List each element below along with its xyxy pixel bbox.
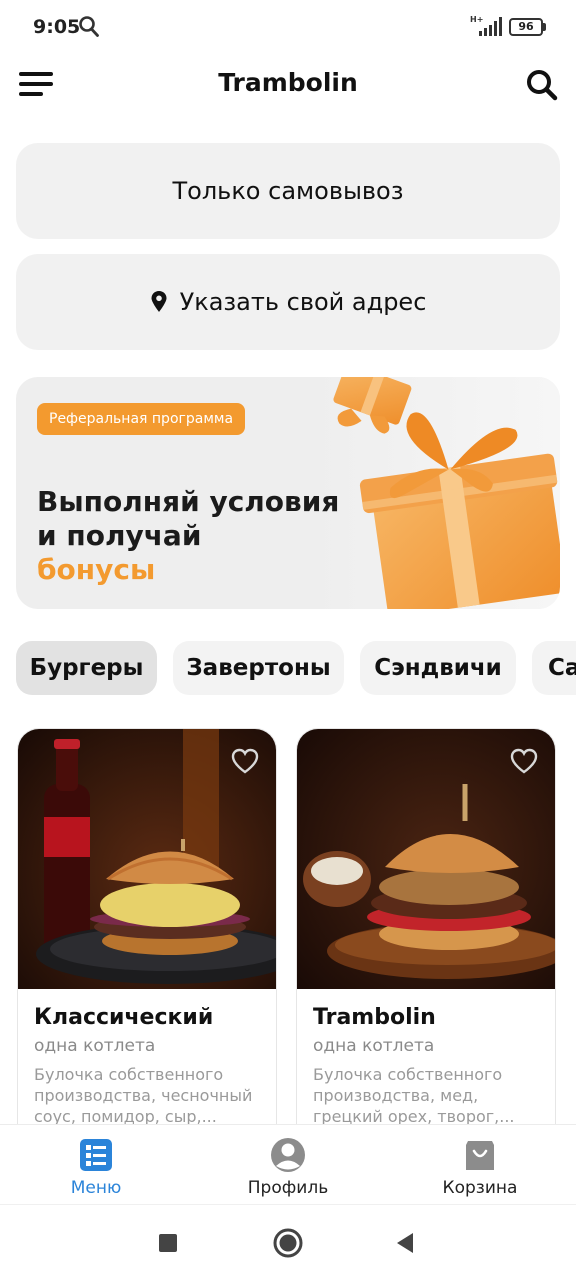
home-icon[interactable] xyxy=(273,1228,303,1258)
product-name: Trambolin xyxy=(313,1005,436,1030)
pickup-only-label: Только самовывоз xyxy=(172,177,404,205)
category-tab-burgers[interactable]: Бургеры xyxy=(16,641,157,695)
product-name: Классический xyxy=(34,1005,214,1030)
battery-icon: 96 xyxy=(509,18,547,36)
search-icon[interactable] xyxy=(525,68,559,102)
category-tab-wraps[interactable]: Завертоны xyxy=(173,641,344,695)
category-tab-next[interactable]: Са xyxy=(532,641,576,695)
app-header: Trambolin xyxy=(0,56,576,112)
nav-cart[interactable]: Корзина xyxy=(400,1125,560,1205)
location-pin-icon xyxy=(151,291,167,312)
set-address-button[interactable]: Указать свой адрес xyxy=(16,254,560,350)
recent-apps-icon[interactable] xyxy=(158,1233,178,1253)
status-bar: 9:05 H+ 96 xyxy=(0,0,576,56)
banner-title: Выполняй условия и получай бонусы xyxy=(37,485,357,587)
signal-icon: H+ xyxy=(468,16,502,38)
battery-level: 96 xyxy=(509,18,543,36)
pickup-only-button[interactable]: Только самовывоз xyxy=(16,143,560,239)
product-subtitle: одна котлета xyxy=(313,1036,435,1056)
product-description: Булочка собственного производства, мед, … xyxy=(313,1065,515,1126)
banner-title-accent: бонусы xyxy=(37,553,156,586)
product-card-trambolin[interactable]: Trambolin одна котлета Булочка собственн… xyxy=(296,728,556,1148)
nav-cart-label: Корзина xyxy=(442,1178,518,1198)
status-time: 9:05 xyxy=(33,16,81,38)
cart-icon xyxy=(466,1141,494,1170)
nav-profile[interactable]: Профиль xyxy=(208,1125,368,1205)
app-title: Trambolin xyxy=(218,68,358,97)
product-card-classic[interactable]: Классический одна котлета Булочка собств… xyxy=(17,728,277,1148)
product-subtitle: одна котлета xyxy=(34,1036,156,1056)
nav-menu[interactable]: Меню xyxy=(16,1125,176,1205)
hamburger-menu-icon[interactable] xyxy=(18,69,54,99)
category-tabs: Бургеры Завертоны Сэндвичи Са xyxy=(16,641,576,695)
menu-list-icon xyxy=(80,1139,112,1171)
nav-menu-label: Меню xyxy=(70,1178,122,1198)
status-search-icon xyxy=(79,16,99,37)
favorite-heart-icon[interactable] xyxy=(230,747,260,775)
back-icon[interactable] xyxy=(395,1232,415,1254)
system-navigation-bar xyxy=(0,1204,576,1280)
profile-icon xyxy=(271,1138,305,1172)
set-address-label: Указать свой адрес xyxy=(179,288,427,316)
banner-title-line2: и получай xyxy=(37,519,202,552)
bottom-navigation: Меню Профиль Корзина xyxy=(0,1124,576,1204)
banner-title-line1: Выполняй условия xyxy=(37,485,340,518)
category-tab-sandwiches[interactable]: Сэндвичи xyxy=(360,641,516,695)
favorite-heart-icon[interactable] xyxy=(509,747,539,775)
nav-profile-label: Профиль xyxy=(247,1178,329,1198)
referral-banner[interactable]: Реферальная программа Выполняй условия и… xyxy=(16,377,560,609)
referral-tag: Реферальная программа xyxy=(37,403,246,435)
product-description: Булочка собственного производства, чесно… xyxy=(34,1065,253,1126)
battery-tip xyxy=(543,23,546,31)
